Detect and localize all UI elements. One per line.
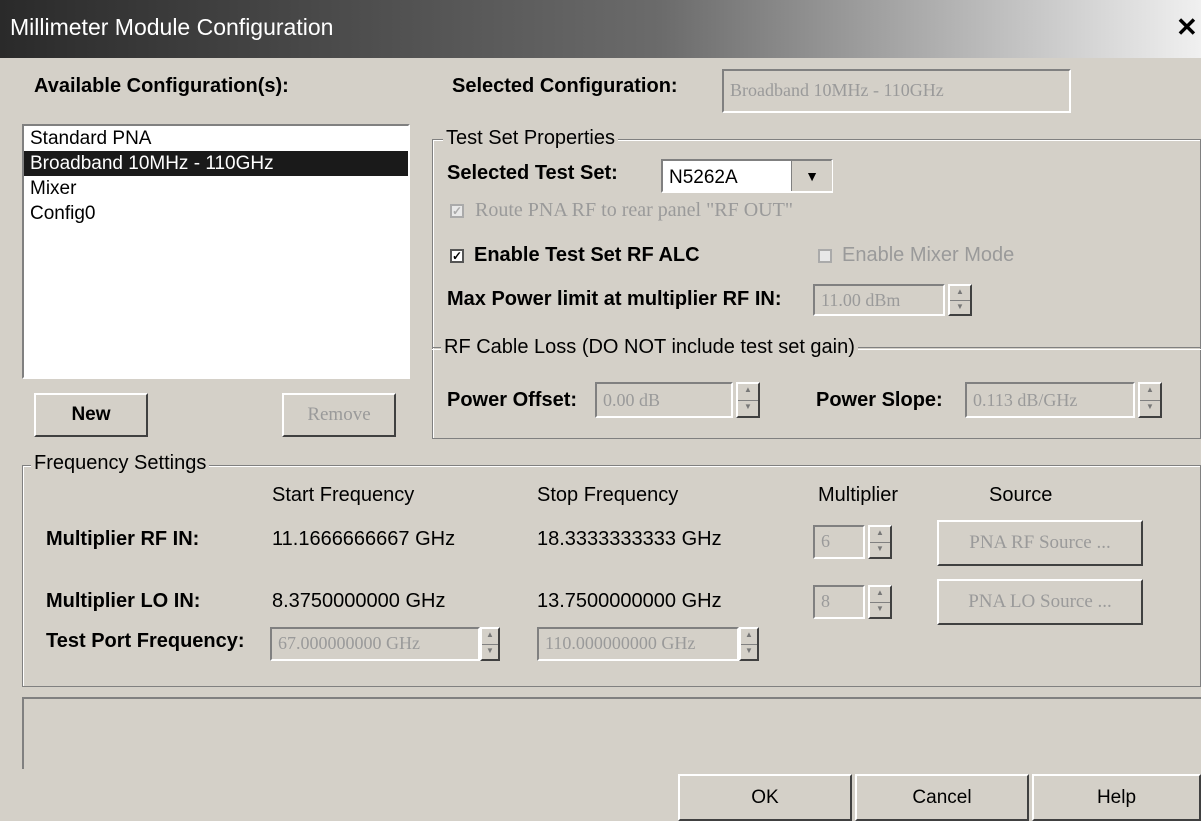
max-power-field[interactable]: 11.00 dBm — [813, 284, 945, 316]
lo-in-multiplier-field[interactable]: 8 — [813, 585, 865, 619]
close-icon[interactable]: ✕ — [1176, 12, 1198, 43]
test-port-stop-spinner[interactable]: ▲ ▼ — [739, 627, 759, 661]
route-rf-checkbox[interactable]: ✓ — [450, 204, 464, 218]
rf-in-start: 11.1666666667 GHz — [272, 528, 456, 550]
selected-config-field[interactable]: Broadband 10MHz - 110GHz — [722, 69, 1071, 113]
test-port-start-field[interactable]: 67.000000000 GHz — [270, 627, 480, 661]
selected-config-label: Selected Configuration: — [452, 75, 678, 97]
pna-lo-source-button[interactable]: PNA LO Source ... — [937, 579, 1143, 625]
enable-alc-checkbox[interactable]: ✓ — [450, 249, 464, 263]
rf-in-stop: 18.3333333333 GHz — [537, 528, 722, 550]
enable-alc-label: Enable Test Set RF ALC — [474, 244, 700, 266]
selected-test-set-label: Selected Test Set: — [447, 162, 618, 184]
multiplier-header: Multiplier — [818, 484, 899, 506]
power-slope-field[interactable]: 0.113 dB/GHz — [965, 382, 1135, 418]
route-rf-label: Route PNA RF to rear panel "RF OUT" — [475, 199, 793, 221]
title-bar: Millimeter Module Configuration ✕ — [0, 0, 1201, 58]
cable-loss-title: RF Cable Loss (DO NOT include test set g… — [441, 336, 858, 359]
max-power-label: Max Power limit at multiplier RF IN: — [447, 288, 782, 310]
pna-rf-source-button[interactable]: PNA RF Source ... — [937, 520, 1143, 566]
test-port-stop-field[interactable]: 110.000000000 GHz — [537, 627, 739, 661]
test-set-properties-title: Test Set Properties — [443, 127, 618, 150]
power-offset-spinner[interactable]: ▲ ▼ — [736, 382, 760, 418]
rf-in-multiplier-spinner[interactable]: ▲ ▼ — [868, 525, 892, 559]
mixer-mode-checkbox[interactable] — [818, 249, 832, 263]
lo-in-multiplier-spinner[interactable]: ▲ ▼ — [868, 585, 892, 619]
window-title: Millimeter Module Configuration — [10, 14, 334, 40]
status-area — [22, 697, 1201, 769]
max-power-spinner[interactable]: ▲ ▼ — [948, 284, 972, 316]
start-frequency-header: Start Frequency — [272, 484, 415, 506]
test-port-start-spinner[interactable]: ▲ ▼ — [480, 627, 500, 661]
frequency-settings-title: Frequency Settings — [31, 452, 210, 475]
help-button[interactable]: Help — [1032, 774, 1201, 821]
power-offset-label: Power Offset: — [447, 389, 578, 411]
lo-in-start: 8.3750000000 GHz — [272, 590, 446, 612]
remove-button[interactable]: Remove — [282, 393, 396, 437]
config-item-mixer[interactable]: Mixer — [24, 176, 408, 201]
config-item-config0[interactable]: Config0 — [24, 201, 408, 226]
new-button[interactable]: New — [34, 393, 148, 437]
stop-frequency-header: Stop Frequency — [537, 484, 679, 506]
lo-in-label: Multiplier LO IN: — [46, 590, 201, 612]
power-slope-spinner[interactable]: ▲ ▼ — [1138, 382, 1162, 418]
test-set-value: N5262A — [669, 167, 738, 188]
lo-in-stop: 13.7500000000 GHz — [537, 590, 722, 612]
test-set-dropdown[interactable]: N5262A ▼ — [661, 159, 833, 193]
power-offset-field[interactable]: 0.00 dB — [595, 382, 733, 418]
cancel-button[interactable]: Cancel — [855, 774, 1029, 821]
mixer-mode-label: Enable Mixer Mode — [842, 244, 1015, 266]
rf-in-label: Multiplier RF IN: — [46, 528, 200, 550]
power-slope-label: Power Slope: — [816, 389, 943, 411]
config-item-standard-pna[interactable]: Standard PNA — [24, 126, 408, 151]
rf-in-multiplier-field[interactable]: 6 — [813, 525, 865, 559]
test-port-label: Test Port Frequency: — [46, 630, 245, 652]
config-item-broadband[interactable]: Broadband 10MHz - 110GHz — [24, 151, 408, 176]
source-header: Source — [989, 484, 1053, 506]
config-listbox[interactable]: Standard PNA Broadband 10MHz - 110GHz Mi… — [22, 124, 410, 379]
ok-button[interactable]: OK — [678, 774, 852, 821]
chevron-down-icon[interactable]: ▼ — [791, 161, 832, 191]
available-configs-label: Available Configuration(s): — [34, 75, 289, 97]
